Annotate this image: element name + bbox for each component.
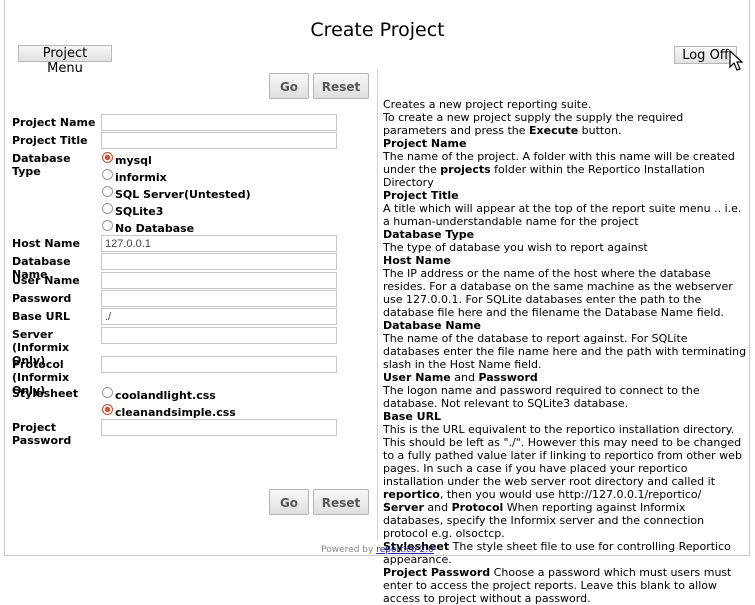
project-password-label-line1: Project [12,421,57,434]
go-button-top[interactable]: Go [269,73,309,99]
help-project-password: Project Password Choose a password which… [383,566,747,605]
help-host-name: The IP address or the name of the host w… [383,267,733,319]
radio-cleanandsimple-label: cleanandsimple.css [115,406,236,419]
reset-button-top[interactable]: Reset [313,73,369,99]
server-input[interactable] [101,327,337,344]
help-heading-database-name: Database Name [383,319,481,332]
help-project-title: A title which will appear at the top of … [383,202,742,228]
radio-cleanandsimple[interactable] [102,404,113,415]
radio-no-database-label: No Database [115,222,195,235]
help-bold: Project Password [383,566,491,579]
help-heading-base-url: Base URL [383,410,442,423]
host-name-label: Host Name [12,237,80,250]
database-name-input[interactable] [101,253,337,270]
help-bold: projects [440,163,491,176]
help-bold: Protocol [451,501,504,514]
radio-informix[interactable] [102,169,113,180]
help-bold: Execute [529,124,579,137]
help-panel: Creates a new project reporting suite. T… [383,98,747,605]
radio-sql-server[interactable] [102,186,113,197]
project-password-label: Project Password [12,421,100,447]
project-title-label: Project Title [12,134,88,147]
help-text: This is the URL equivalent to the report… [383,423,742,488]
host-name-input[interactable] [101,235,337,252]
base-url-input[interactable] [101,308,337,325]
help-bold: Server [383,501,424,514]
help-text: button. [578,124,622,137]
project-password-label-line2: Password [12,434,72,447]
powered-by-text: Powered by [321,545,377,555]
mouse-pointer-icon [729,50,744,71]
help-text: , then you would use http://127.0.0.1/re… [439,488,702,501]
server-label-line1: Server (Informix [12,328,70,354]
page-title: Create Project [310,19,445,41]
help-bold: Password [478,371,538,384]
password-label: Password [12,292,72,305]
help-user-password: The logon name and password required to … [383,384,700,410]
stylesheet-label: Stylesheet [12,387,79,400]
help-database-name: The name of the database to report again… [383,332,747,371]
go-button-bottom[interactable]: Go [269,489,309,515]
help-project-name: The name of the project. A folder with t… [383,150,747,189]
help-heading-database-type: Database Type [383,228,475,241]
password-input[interactable] [101,290,337,307]
reportico-link[interactable]: reportico 2.0 [376,545,434,555]
base-url-label: Base URL [12,310,71,323]
project-name-label: Project Name [12,116,96,129]
help-heading-project-name: Project Name [383,137,467,150]
radio-coolandlight-label: coolandlight.css [115,389,216,402]
help-bold: reportico [383,488,440,501]
database-type-label: Database Type [12,152,71,178]
radio-informix-label: informix [115,171,167,184]
radio-sqlite3-label: SQLite3 [115,205,164,218]
help-text: and [423,501,452,514]
protocol-label-line1: Protocol [12,358,64,371]
radio-mysql-label: mysql [115,154,152,167]
log-off-button[interactable]: Log Off [674,46,737,64]
reset-button-bottom[interactable]: Reset [313,489,369,515]
radio-coolandlight[interactable] [102,387,113,398]
radio-sql-server-label: SQL Server(Untested) [115,188,251,201]
protocol-input[interactable] [101,356,337,373]
help-server-protocol: Server and Protocol When reporting again… [383,501,747,540]
help-bold: User Name [383,371,451,384]
panel-divider [377,70,378,541]
radio-no-database[interactable] [102,220,113,231]
user-name-label: User Name [12,274,80,287]
footer: Powered by reportico 2.0 [0,545,755,555]
help-heading-host-name: Host Name [383,254,451,267]
radio-sqlite3[interactable] [102,203,113,214]
project-title-input[interactable] [101,132,337,149]
radio-mysql[interactable] [102,152,113,163]
help-database-type: The type of database you wish to report … [383,241,648,254]
help-base-url: This is the URL equivalent to the report… [383,423,747,501]
help-heading-user-password: User Name and Password [383,371,747,384]
help-text: and [450,371,479,384]
help-intro-2: To create a new project supply the suppl… [383,111,747,137]
project-password-input[interactable] [101,419,337,436]
help-intro-1: Creates a new project reporting suite. [383,98,592,111]
help-heading-project-title: Project Title [383,189,459,202]
project-menu-button[interactable]: Project Menu [18,45,112,76]
project-name-input[interactable] [101,114,337,131]
user-name-input[interactable] [101,272,337,289]
